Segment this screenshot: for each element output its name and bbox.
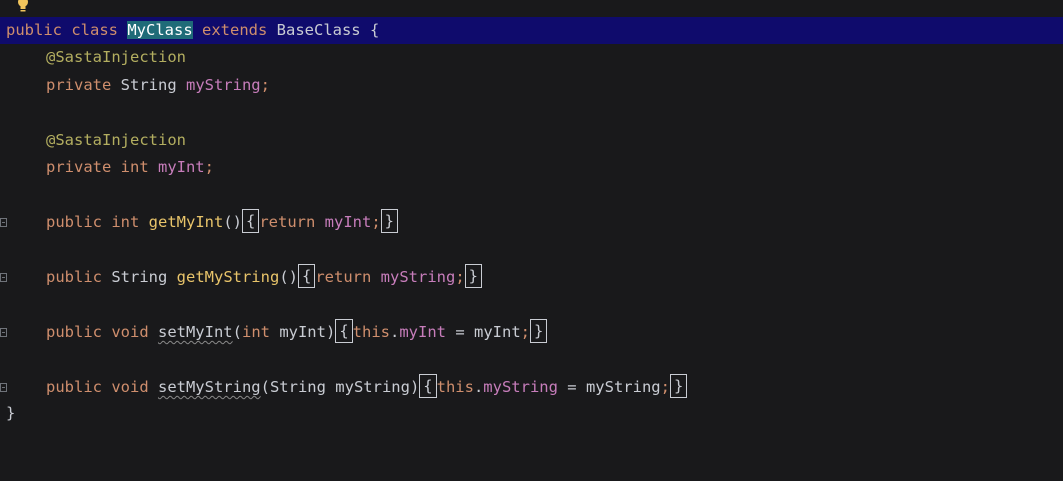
semicolon: ;: [204, 158, 214, 176]
code-line-class-close[interactable]: }: [0, 400, 1063, 427]
parens: (): [223, 213, 242, 231]
code-line-field-myint[interactable]: private int myInt;: [0, 154, 1063, 181]
keyword-this: this: [436, 378, 474, 396]
field-name: myString: [185, 76, 261, 94]
parameters: (String myString): [260, 378, 420, 396]
semicolon: ;: [455, 268, 465, 286]
keyword-this: this: [352, 323, 390, 341]
folded-brace-open[interactable]: {: [335, 319, 353, 343]
keyword: private: [46, 76, 121, 94]
method-name-unused: setMyString: [157, 378, 261, 396]
field-name: myString: [483, 378, 558, 396]
paren: (: [232, 323, 242, 341]
field-name: myInt: [324, 213, 372, 231]
keyword: extends: [192, 21, 277, 39]
keyword: private int: [46, 158, 158, 176]
closing-brace: }: [6, 404, 16, 422]
code-line-getmystring[interactable]: public String getMyString(){return myStr…: [0, 264, 1063, 291]
keyword: public void: [46, 323, 158, 341]
keyword: return: [259, 213, 325, 231]
field-name: myInt: [157, 158, 205, 176]
keyword: public void: [46, 378, 158, 396]
keyword: return: [315, 268, 381, 286]
code-line-annotation[interactable]: @SastaInjection: [0, 127, 1063, 154]
field-name: myString: [380, 268, 456, 286]
keyword: public class: [6, 21, 128, 39]
folded-brace-close[interactable]: }: [380, 209, 399, 233]
folded-brace-close[interactable]: }: [669, 374, 688, 398]
method-name: getMyString: [176, 268, 280, 286]
code-line-setmystring[interactable]: public void setMyString(String myString)…: [0, 374, 1063, 401]
keyword: int: [241, 323, 280, 341]
keyword: public: [46, 268, 112, 286]
folded-brace-close[interactable]: }: [530, 319, 548, 343]
base-class: BaseClass {: [276, 21, 380, 39]
semicolon: ;: [260, 76, 270, 94]
method-name: getMyInt: [148, 213, 224, 231]
annotation: @SastaInjection: [46, 48, 186, 66]
assignment: = myString: [557, 378, 661, 396]
folded-brace-open[interactable]: {: [297, 264, 316, 288]
code-line-setmyint[interactable]: public void setMyInt(int myInt){this.myI…: [0, 319, 1063, 346]
type: String: [111, 268, 177, 286]
dot: .: [473, 378, 484, 396]
code-line-class-declaration[interactable]: public class MyClass extends BaseClass {: [0, 17, 1063, 44]
code-line-field-mystring[interactable]: private String myString;: [0, 72, 1063, 99]
lightbulb-icon[interactable]: [17, 0, 29, 15]
class-name-selected[interactable]: MyClass: [127, 21, 193, 39]
semicolon: ;: [371, 213, 381, 231]
code-editor[interactable]: public class MyClass extends BaseClass {…: [0, 0, 1063, 441]
folded-brace-open[interactable]: {: [419, 374, 437, 398]
method-name-unused: setMyInt: [157, 323, 233, 341]
folded-brace-open[interactable]: {: [241, 209, 260, 233]
assignment: = myInt: [446, 323, 521, 341]
type: String: [120, 76, 186, 94]
field-name: myInt: [399, 323, 446, 341]
semicolon: ;: [660, 378, 670, 396]
code-line-getmyint[interactable]: public int getMyInt(){return myInt;}: [0, 209, 1063, 236]
folded-brace-close[interactable]: }: [464, 264, 482, 288]
parens: (): [279, 268, 298, 286]
parameter: myInt): [279, 323, 336, 341]
dot: .: [389, 323, 400, 341]
code-line-annotation[interactable]: @SastaInjection: [0, 44, 1063, 71]
annotation: @SastaInjection: [46, 131, 186, 149]
keyword: public int: [46, 213, 149, 231]
semicolon: ;: [520, 323, 530, 341]
